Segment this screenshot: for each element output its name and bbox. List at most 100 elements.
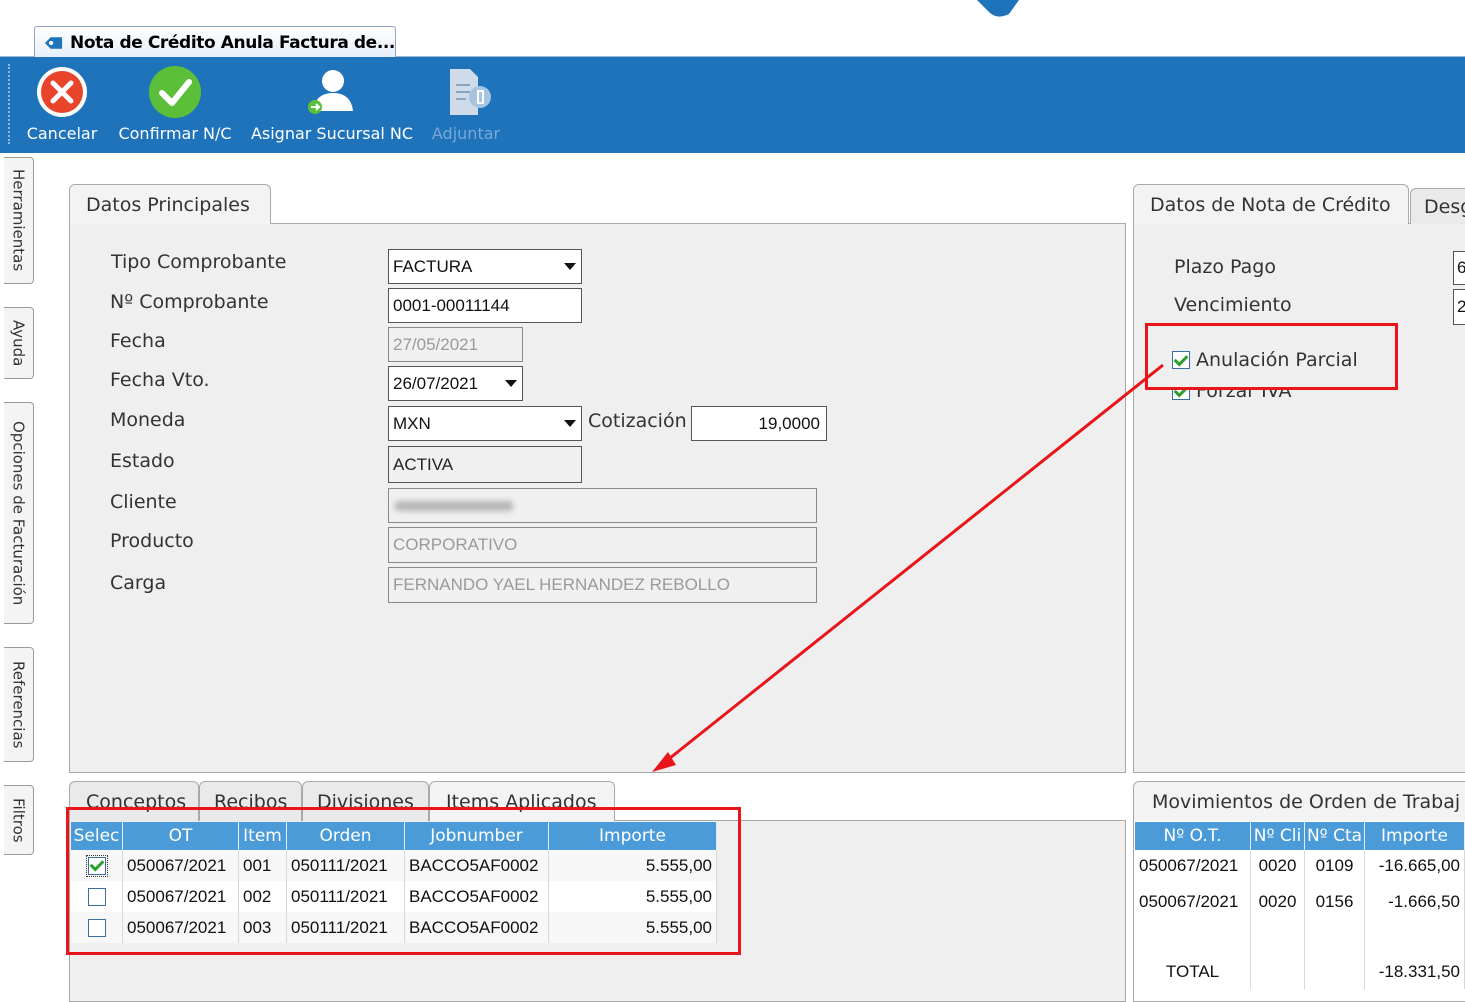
side-tab-herramientas[interactable]: Herramientas [4,157,34,284]
side-tab-opciones-facturacion[interactable]: Opciones de Facturación [4,402,34,624]
toolbar-grip[interactable] [8,64,14,144]
anulacion-parcial-label: Anulación Parcial [1196,349,1358,371]
side-tab-label: Ayuda [9,319,28,367]
checkbox-checked-icon[interactable] [1172,382,1190,400]
side-tab-filtros[interactable]: Filtros [4,785,34,855]
fecha-vto-picker[interactable]: 26/07/2021 [388,366,523,401]
tab-label: Recibos [214,790,288,813]
table-row[interactable]: 050067/2021 003 050111/2021 BACCO5AF0002… [71,912,717,943]
tab-label: Datos de Nota de Crédito [1150,193,1391,216]
estado-field: ACTIVA [388,446,582,483]
checkbox-unchecked-icon[interactable] [87,887,106,906]
importe-cell: -1.666,50 [1365,882,1465,922]
attach-button[interactable]: Adjuntar [426,62,506,150]
assign-branch-button[interactable]: Asignar Sucursal NC [248,62,416,150]
carga-label: Carga [110,572,167,594]
table-row[interactable]: 050067/2021 0020 0109 -16.665,00 [1135,850,1465,882]
tab-recibos[interactable]: Recibos [199,781,302,821]
row-select-cell[interactable] [71,881,123,912]
nro-comprobante-value: 0001-00011144 [393,295,510,315]
tab-label: Datos Principales [86,193,250,216]
column-header-nro-ot[interactable]: Nº O.T. [1135,822,1251,850]
orden-cell: 050111/2021 [287,850,405,881]
jobnumber-cell: BACCO5AF0002 [405,912,549,943]
vencimiento-value: 2 [1457,297,1465,317]
tab-conceptos[interactable]: Conceptos [69,781,199,821]
tipo-comprobante-select[interactable]: FACTURA [388,249,582,284]
importe-cell: -16.665,00 [1365,850,1465,882]
checkbox-checked-icon[interactable] [85,854,108,877]
nro-cli-cell: 0020 [1251,850,1305,882]
nro-cta-cell: 0156 [1305,882,1365,922]
column-header-orden[interactable]: Orden [287,822,405,850]
moneda-label: Moneda [110,409,186,431]
side-tab-label: Referencias [9,660,28,749]
row-select-cell[interactable] [71,912,123,943]
side-tab-referencias[interactable]: Referencias [4,647,34,762]
column-header-ot[interactable]: OT [123,822,239,850]
ot-cell: 050067/2021 [123,912,239,943]
forzar-iva-checkbox[interactable]: Forzar IVA [1172,380,1292,402]
document-tab[interactable]: Nota de Crédito Anula Factura de... [34,26,396,58]
tab-desglose[interactable]: Desg [1410,188,1465,224]
checkbox-checked-icon[interactable] [1172,351,1190,369]
nro-cta-cell: 0109 [1305,850,1365,882]
cotizacion-value: 19,0000 [758,413,820,433]
column-header-selec[interactable]: Selec [71,822,123,850]
tab-label: Desg [1424,195,1465,218]
table-row[interactable]: 050067/2021 002 050111/2021 BACCO5AF0002… [71,881,717,912]
cliente-field [388,488,817,523]
tab-movimientos[interactable]: Movimientos de Orden de Trabaj [1133,781,1465,821]
cancel-button[interactable]: Cancelar [22,62,102,150]
column-header-item[interactable]: Item [239,822,287,850]
fecha-field: 27/05/2021 [388,327,523,362]
orden-cell: 050111/2021 [287,881,405,912]
nro-ot-cell: 050067/2021 [1135,882,1251,922]
dropdown-arrow-icon[interactable] [500,367,522,400]
side-tab-label: Herramientas [9,169,28,272]
tab-label: Conceptos [86,790,187,813]
plazo-pago-value: 6 [1457,258,1465,278]
empty-cell [1251,922,1305,955]
items-grid-header: Selec OT Item Orden Jobnumber Importe [71,822,717,850]
ot-cell: 050067/2021 [123,881,239,912]
empty-cell [1135,922,1251,955]
side-tab-ayuda[interactable]: Ayuda [4,307,34,379]
dropdown-arrow-icon[interactable] [559,407,581,440]
tab-datos-nota-credito[interactable]: Datos de Nota de Crédito [1133,184,1409,224]
tipo-comprobante-value: FACTURA [393,256,473,276]
checkbox-unchecked-icon[interactable] [87,918,106,937]
column-header-nro-cli[interactable]: Nº Cli [1251,822,1305,850]
plazo-pago-input[interactable]: 6 [1453,251,1465,285]
row-select-cell[interactable] [71,850,123,881]
tipo-comprobante-label: Tipo Comprobante [111,251,287,273]
dropdown-arrow-icon[interactable] [559,250,581,283]
confirm-nc-button-label: Confirmar N/C [118,124,232,143]
column-header-importe[interactable]: Importe [1365,822,1465,850]
tab-divisiones[interactable]: Divisiones [302,781,429,821]
tab-items-aplicados[interactable]: Items Aplicados [429,781,615,821]
table-row[interactable]: 050067/2021 0020 0156 -1.666,50 [1135,882,1465,922]
tab-datos-principales[interactable]: Datos Principales [69,184,271,224]
cotizacion-input[interactable]: 19,0000 [691,406,827,441]
empty-cell [1251,955,1305,989]
column-header-importe[interactable]: Importe [549,822,717,850]
jobnumber-cell: BACCO5AF0002 [405,850,549,881]
confirm-nc-button[interactable]: Confirmar N/C [112,62,238,150]
carga-value: FERNANDO YAEL HERNANDEZ REBOLLO [393,575,730,594]
vencimiento-input[interactable]: 2 [1453,289,1465,325]
moneda-select[interactable]: MXN [388,406,582,441]
user-assign-icon [308,70,353,114]
movements-grid: Nº O.T. Nº Cli Nº Cta Importe 050067/202… [1135,822,1465,989]
nro-comprobante-input[interactable]: 0001-00011144 [388,288,582,323]
empty-cell [1365,922,1465,955]
jobnumber-cell: BACCO5AF0002 [405,881,549,912]
table-row[interactable]: 050067/2021 001 050111/2021 BACCO5AF0002… [71,850,717,881]
item-cell: 001 [239,850,287,881]
anulacion-parcial-row[interactable]: Anulación Parcial [1172,349,1358,371]
column-header-nro-cta[interactable]: Nº Cta [1305,822,1365,850]
attach-button-label: Adjuntar [431,124,501,143]
producto-value: CORPORATIVO [393,535,518,554]
plazo-pago-label: Plazo Pago [1174,256,1276,278]
column-header-jobnumber[interactable]: Jobnumber [405,822,549,850]
